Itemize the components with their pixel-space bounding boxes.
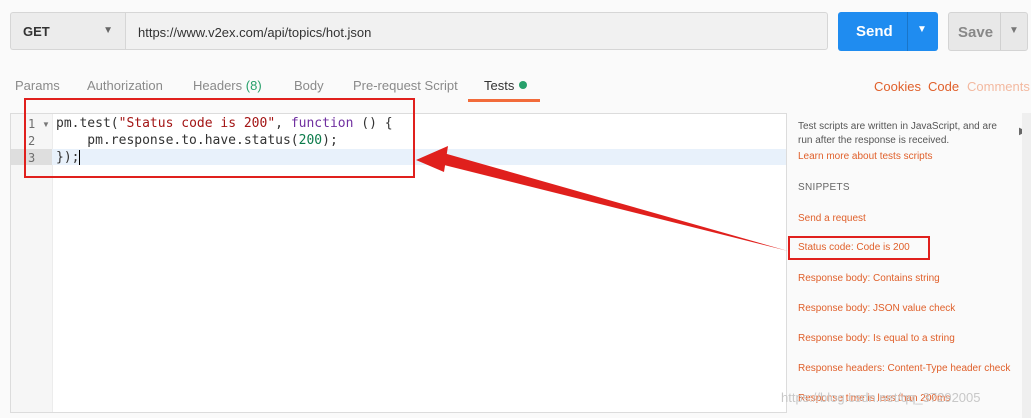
- annotation-arrow-head: [416, 146, 448, 172]
- annotation-arrow-shaft: [436, 152, 788, 251]
- watermark: https://blog.csdn.net/qq_37292005: [781, 390, 981, 405]
- annotation-arrow: [416, 146, 788, 251]
